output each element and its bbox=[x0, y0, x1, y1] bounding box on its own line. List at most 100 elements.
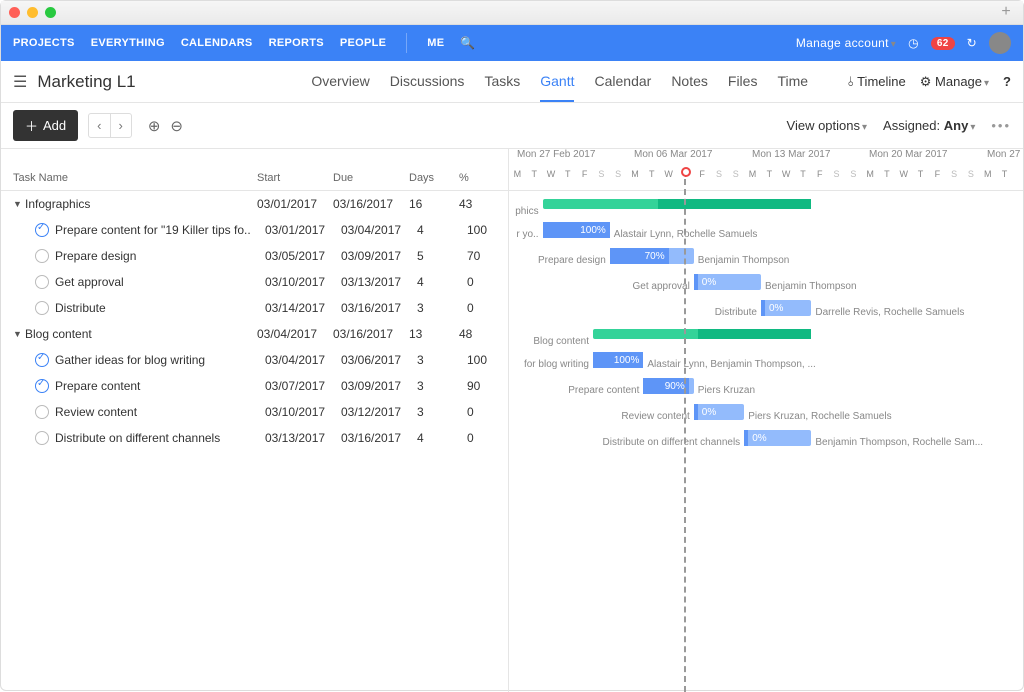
bar-left-label: Distribute bbox=[715, 307, 757, 318]
clock-icon[interactable]: ◷ bbox=[908, 36, 919, 50]
zoom-out-icon[interactable]: ⊖ bbox=[170, 117, 183, 135]
day-label: F bbox=[929, 169, 946, 191]
task-checkbox[interactable] bbox=[35, 223, 49, 237]
nav-people[interactable]: PEOPLE bbox=[340, 37, 386, 49]
bar-left-label: r yo.. bbox=[516, 229, 538, 240]
assigned-filter[interactable]: Assigned: Any▾ bbox=[883, 118, 975, 133]
refresh-icon[interactable]: ↻ bbox=[967, 36, 977, 50]
view-options-menu[interactable]: View options▾ bbox=[787, 118, 868, 133]
nav-reports[interactable]: REPORTS bbox=[269, 37, 324, 49]
task-bar[interactable]: 90%Piers KruzanPrepare content bbox=[643, 378, 693, 394]
task-checkbox[interactable] bbox=[35, 405, 49, 419]
bar-left-label: phics bbox=[515, 206, 538, 217]
assignee-label: Piers Kruzan, Rochelle Samuels bbox=[748, 411, 891, 422]
notification-badge[interactable]: 62 bbox=[931, 37, 955, 50]
task-group-row[interactable]: ▼Blog content03/04/201703/16/20171348 bbox=[1, 321, 508, 347]
task-row[interactable]: Prepare content03/07/201703/09/2017390 bbox=[1, 373, 508, 399]
task-checkbox[interactable] bbox=[35, 431, 49, 445]
task-checkbox[interactable] bbox=[35, 249, 49, 263]
col-percent: % bbox=[459, 172, 499, 184]
task-bar[interactable]: 0%0%Benjamin Thompson, Rochelle Sam...Di… bbox=[744, 430, 811, 446]
week-label: Mon 06 Mar 2017 bbox=[634, 149, 712, 160]
tab-notes[interactable]: Notes bbox=[671, 73, 708, 90]
col-task-name: Task Name bbox=[13, 172, 257, 184]
minimize-window-icon[interactable] bbox=[27, 7, 38, 18]
tab-gantt[interactable]: Gantt bbox=[540, 73, 574, 102]
day-label: S bbox=[610, 169, 627, 191]
close-window-icon[interactable] bbox=[9, 7, 20, 18]
col-due: Due bbox=[333, 172, 409, 184]
gantt-row: 100%Alastair Lynn, Rochelle Samuelsr yo.… bbox=[509, 217, 1023, 243]
add-button[interactable]: ＋ Add bbox=[13, 110, 78, 141]
more-menu-icon[interactable]: ••• bbox=[991, 118, 1011, 133]
task-list-header: Task Name Start Due Days % bbox=[1, 149, 508, 191]
task-bar[interactable]: 100%Alastair Lynn, Benjamin Thompson, ..… bbox=[593, 352, 643, 368]
zoom-in-icon[interactable]: ⊕ bbox=[148, 117, 161, 135]
task-bar[interactable]: 100%Alastair Lynn, Rochelle Samuelsr yo.… bbox=[543, 222, 610, 238]
help-icon[interactable]: ? bbox=[1003, 74, 1011, 89]
summary-bar[interactable]: phics bbox=[543, 199, 812, 209]
task-row[interactable]: Distribute on different channels03/13/20… bbox=[1, 425, 508, 451]
day-label: S bbox=[593, 169, 610, 191]
task-bar[interactable]: 0%0%Benjamin ThompsonGet approval bbox=[694, 274, 761, 290]
task-name: Gather ideas for blog writing bbox=[55, 353, 265, 367]
col-start: Start bbox=[257, 172, 333, 184]
week-label: Mon 27 Feb 2017 bbox=[517, 149, 595, 160]
task-row[interactable]: Distribute03/14/201703/16/201730 bbox=[1, 295, 508, 321]
prev-arrow-icon[interactable]: ‹ bbox=[89, 114, 110, 137]
day-label: T bbox=[795, 169, 812, 191]
task-checkbox[interactable] bbox=[35, 379, 49, 393]
gantt-row: 0%0%Darrelle Revis, Rochelle SamuelsDist… bbox=[509, 295, 1023, 321]
task-bar[interactable]: 0%0%Piers Kruzan, Rochelle SamuelsReview… bbox=[694, 404, 744, 420]
day-label: S bbox=[845, 169, 862, 191]
task-row[interactable]: Get approval03/10/201703/13/201740 bbox=[1, 269, 508, 295]
user-avatar[interactable] bbox=[989, 32, 1011, 54]
task-checkbox[interactable] bbox=[35, 275, 49, 289]
day-label: T bbox=[912, 169, 929, 191]
task-checkbox[interactable] bbox=[35, 353, 49, 367]
assignee-label: Alastair Lynn, Benjamin Thompson, ... bbox=[647, 359, 815, 370]
nav-projects[interactable]: PROJECTS bbox=[13, 37, 75, 49]
traffic-lights bbox=[9, 7, 56, 18]
nav-everything[interactable]: EVERYTHING bbox=[91, 37, 165, 49]
day-label: T bbox=[643, 169, 660, 191]
tab-discussions[interactable]: Discussions bbox=[390, 73, 465, 90]
gantt-chart-pane: Mon 27 Feb 2017Mon 06 Mar 2017Mon 13 Mar… bbox=[509, 149, 1023, 692]
new-tab-button[interactable]: + bbox=[997, 4, 1015, 22]
expand-caret-icon[interactable]: ▼ bbox=[13, 199, 25, 209]
task-group-row[interactable]: ▼Infographics03/01/201703/16/20171643 bbox=[1, 191, 508, 217]
task-row[interactable]: Gather ideas for blog writing03/04/20170… bbox=[1, 347, 508, 373]
tab-overview[interactable]: Overview bbox=[311, 73, 369, 90]
tab-files[interactable]: Files bbox=[728, 73, 758, 90]
task-bar[interactable]: 0%0%Darrelle Revis, Rochelle SamuelsDist… bbox=[761, 300, 811, 316]
project-tabbar: ☰ Marketing L1 OverviewDiscussionsTasksG… bbox=[1, 61, 1023, 103]
task-checkbox[interactable] bbox=[35, 301, 49, 315]
tab-calendar[interactable]: Calendar bbox=[594, 73, 651, 90]
task-name: Prepare design bbox=[55, 249, 265, 263]
tab-time[interactable]: Time bbox=[777, 73, 808, 90]
task-bar[interactable]: 70%Benjamin ThompsonPrepare design bbox=[610, 248, 694, 264]
task-row[interactable]: Prepare design03/05/201703/09/2017570 bbox=[1, 243, 508, 269]
gantt-row: 0%0%Benjamin ThompsonGet approval bbox=[509, 269, 1023, 295]
tab-tasks[interactable]: Tasks bbox=[484, 73, 520, 90]
next-arrow-icon[interactable]: › bbox=[111, 114, 131, 137]
maximize-window-icon[interactable] bbox=[45, 7, 56, 18]
timeline-link[interactable]: ⫰ Timeline bbox=[848, 74, 906, 90]
manage-account-menu[interactable]: Manage account▾ bbox=[796, 36, 896, 50]
day-label: S bbox=[727, 169, 744, 191]
nav-me[interactable]: ME bbox=[427, 37, 444, 49]
assignee-label: Benjamin Thompson bbox=[765, 281, 857, 292]
task-row[interactable]: Review content03/10/201703/12/201730 bbox=[1, 399, 508, 425]
task-row[interactable]: Prepare content for "19 Killer tips fo..… bbox=[1, 217, 508, 243]
nav-calendars[interactable]: CALENDARS bbox=[181, 37, 253, 49]
summary-bar[interactable]: Blog content bbox=[593, 329, 811, 339]
task-name: Prepare content for "19 Killer tips fo.. bbox=[55, 223, 265, 237]
bar-left-label: Prepare content bbox=[568, 385, 639, 396]
hamburger-menu-icon[interactable]: ☰ bbox=[13, 72, 27, 92]
day-label: W bbox=[778, 169, 795, 191]
manage-menu[interactable]: ⚙ Manage▾ bbox=[920, 74, 989, 90]
search-icon[interactable]: 🔍 bbox=[460, 36, 475, 50]
expand-caret-icon[interactable]: ▼ bbox=[13, 329, 25, 339]
day-label: M bbox=[509, 169, 526, 191]
task-name: Blog content bbox=[25, 327, 257, 341]
